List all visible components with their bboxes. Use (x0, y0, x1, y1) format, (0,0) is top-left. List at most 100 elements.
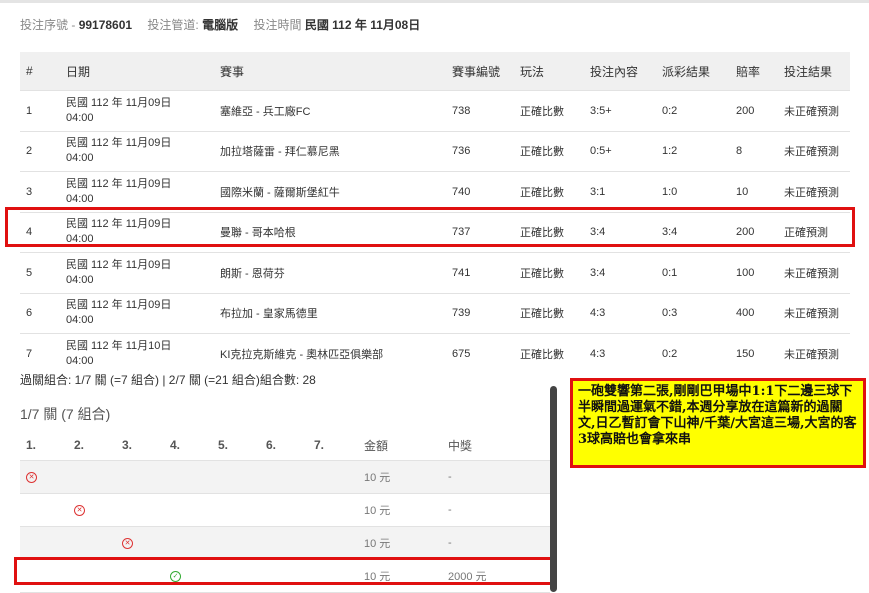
combo-header-5: 5. (218, 438, 229, 452)
channel-label: 投注管道: (147, 18, 199, 32)
row-play: 正確比數 (514, 130, 584, 172)
row-date-day: 民國 112 年 11月09日 (66, 177, 172, 190)
row-outcome: 未正確預測 (778, 292, 850, 334)
row-odds: 400 (730, 292, 778, 334)
row-date-day: 民國 112 年 11月10日 (66, 339, 172, 352)
combo-header-4: 4. (170, 438, 181, 452)
row-odds: 8 (730, 130, 778, 172)
row-result: 0:2 (656, 333, 730, 374)
row-content: 4:3 (584, 333, 656, 374)
row-match-id: 738 (446, 90, 514, 131)
bet-meta: 投注序號 - 99178601 投注管道: 電腦版 投注時間 民國 112 年 … (20, 16, 420, 33)
row-date-time: 04:00 (66, 354, 94, 367)
top-divider (0, 0, 869, 3)
scrollbar[interactable] (550, 386, 557, 592)
row-play: 正確比數 (514, 90, 584, 131)
combo-header-amount: 金額 (364, 438, 389, 453)
time-label: 投注時間 (253, 18, 302, 32)
combo-win: - (448, 537, 452, 549)
header-match: 賽事 (214, 52, 446, 91)
row-play: 正確比數 (514, 171, 584, 212)
row-result: 1:0 (656, 171, 730, 212)
row-play: 正確比數 (514, 333, 584, 374)
serial-value: 99178601 (78, 18, 133, 32)
row-outcome: 未正確預測 (778, 333, 850, 374)
row-content: 3:1 (584, 171, 656, 212)
row-match-id: 740 (446, 171, 514, 212)
x-circle-icon: ✕ (74, 504, 85, 516)
row-date: 民國 112 年 11月09日 04:00 (60, 90, 214, 131)
parlay-summary: 過關組合: 1/7 關 (=7 組合) | 2/7 關 (=21 組合)組合數:… (20, 373, 316, 387)
row-odds: 200 (730, 90, 778, 131)
row-outcome: 未正確預測 (778, 252, 850, 293)
row-match-id: 739 (446, 292, 514, 334)
row-match: 國際米蘭 - 薩爾斯堡紅牛 (214, 171, 446, 212)
row-date-day: 民國 112 年 11月09日 (66, 299, 172, 312)
combo-header: 1. 2. 3. 4. 5. 6. 7. 金額 中獎 (20, 430, 550, 461)
header-outcome: 投注結果 (778, 52, 850, 91)
table-row: 7 民國 112 年 11月10日 04:00 KI克拉克斯維克 - 奧林匹亞俱樂… (20, 333, 850, 374)
row-result: 0:1 (656, 252, 730, 293)
row-date-day: 民國 112 年 11月09日 (66, 96, 172, 109)
row-match-id: 741 (446, 252, 514, 293)
row-play: 正確比數 (514, 292, 584, 334)
combo-row: ✕ 10 元 - (20, 527, 550, 560)
row-date: 民國 112 年 11月09日 04:00 (60, 171, 214, 212)
table-row: 2 民國 112 年 11月09日 04:00 加拉塔薩雷 - 拜仁慕尼黑 736… (20, 130, 850, 172)
row-date-time: 04:00 (66, 192, 94, 205)
combo-header-win: 中獎 (448, 438, 473, 453)
row-index: 7 (20, 333, 60, 374)
header-match-id: 賽事編號 (446, 52, 514, 91)
row-date-time: 04:00 (66, 152, 94, 165)
row-odds: 150 (730, 333, 778, 374)
row-index: 1 (20, 90, 60, 131)
row-index: 3 (20, 171, 60, 212)
table-row: 5 民國 112 年 11月09日 04:00 朗斯 - 恩荷芬 741 正確比數… (20, 252, 850, 293)
row-date-time: 04:00 (66, 314, 94, 327)
row-index: 5 (20, 252, 60, 293)
row-date-day: 民國 112 年 11月09日 (66, 137, 172, 150)
row-match: 布拉加 - 皇家馬德里 (214, 292, 446, 334)
combo-header-7: 7. (314, 438, 325, 452)
row-match: 朗斯 - 恩荷芬 (214, 252, 446, 293)
row-content: 4:3 (584, 292, 656, 334)
row-content: 3:5+ (584, 90, 656, 131)
header-date: 日期 (60, 52, 214, 91)
row-date: 民國 112 年 11月09日 04:00 (60, 292, 214, 334)
row-outcome: 未正確預測 (778, 90, 850, 131)
combo-amount: 10 元 (364, 472, 391, 484)
combo-row: ✕ 10 元 - (20, 494, 550, 527)
row-match: KI克拉克斯維克 - 奧林匹亞俱樂部 (214, 333, 446, 374)
x-circle-icon: ✕ (26, 471, 37, 483)
time-value: 民國 112 年 11月08日 (304, 18, 421, 32)
row-date: 民國 112 年 11月09日 04:00 (60, 252, 214, 293)
table-row: 6 民國 112 年 11月09日 04:00 布拉加 - 皇家馬德里 739 正… (20, 292, 850, 334)
header-result: 派彩結果 (656, 52, 730, 91)
row-result: 0:3 (656, 292, 730, 334)
header-content: 投注內容 (584, 52, 656, 91)
row-outcome: 未正確預測 (778, 130, 850, 172)
row-date-time: 04:00 (66, 111, 94, 124)
channel-value: 電腦版 (202, 18, 239, 32)
row-index: 2 (20, 130, 60, 172)
row-content: 0:5+ (584, 130, 656, 172)
header-odds: 賠率 (730, 52, 778, 91)
row-index: 6 (20, 292, 60, 334)
row-outcome: 未正確預測 (778, 171, 850, 212)
header-index: # (20, 52, 60, 91)
row-date-day: 民國 112 年 11月09日 (66, 258, 172, 271)
combo-header-2: 2. (74, 438, 85, 452)
combo-win: - (448, 504, 452, 516)
row-odds: 10 (730, 171, 778, 212)
row-match: 塞維亞 - 兵工廠FC (214, 90, 446, 131)
row-date-time: 04:00 (66, 273, 94, 286)
winning-row-highlight (5, 207, 855, 247)
row-content: 3:4 (584, 252, 656, 293)
row-result: 1:2 (656, 130, 730, 172)
row-play: 正確比數 (514, 252, 584, 293)
row-date: 民國 112 年 11月10日 04:00 (60, 333, 214, 374)
annotation-note: 一砲雙響第二張,剛剛巴甲場中1:1下二邊三球下半瞬間過運氣不錯,本週分享放在這篇… (570, 378, 866, 468)
combo-header-6: 6. (266, 438, 277, 452)
row-result: 0:2 (656, 90, 730, 131)
row-odds: 100 (730, 252, 778, 293)
